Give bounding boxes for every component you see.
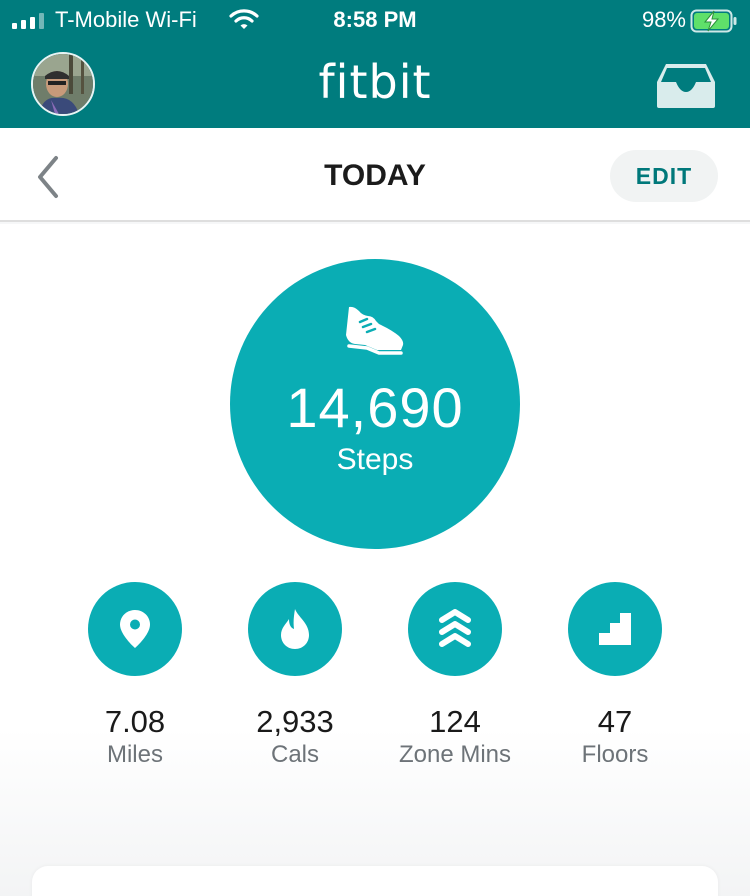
battery-percent: 98% — [641, 7, 686, 32]
avatar[interactable] — [31, 52, 95, 116]
stat-floors[interactable]: 47 Floors — [535, 582, 695, 769]
status-bar: T-Mobile Wi-Fi 8:58 PM 98% — [0, 0, 750, 42]
app-header: fitbit — [0, 42, 750, 128]
battery-charging-icon — [690, 9, 738, 38]
date-navigation: TODAY EDIT — [0, 128, 750, 222]
stat-calories[interactable]: 2,933 Cals — [215, 582, 375, 769]
steps-value: 14,690 — [286, 376, 464, 439]
location-pin-icon — [88, 582, 182, 676]
stat-miles[interactable]: 7.08 Miles — [55, 582, 215, 769]
edit-button[interactable]: EDIT — [610, 150, 718, 202]
back-chevron-icon[interactable] — [32, 152, 66, 202]
stat-label: Miles — [106, 741, 163, 768]
today-dashboard: 14,690 Steps 7.08 Miles 2,933 Cals 124 Z… — [0, 224, 750, 896]
status-time: 8:58 PM — [333, 7, 417, 32]
stat-value: 47 — [597, 704, 633, 739]
stat-zone-minutes[interactable]: 124 Zone Mins — [375, 582, 535, 769]
stat-value: 2,933 — [256, 704, 334, 739]
dashboard-card[interactable] — [32, 866, 718, 896]
chevrons-up-icon — [408, 582, 502, 676]
flame-icon — [248, 582, 342, 676]
steps-label: Steps — [336, 443, 414, 476]
stat-label: Floors — [581, 741, 649, 768]
inbox-icon[interactable] — [656, 62, 716, 110]
stairs-icon — [568, 582, 662, 676]
stat-value: 124 — [429, 704, 481, 739]
app-brand: fitbit — [318, 55, 432, 109]
shoe-icon — [343, 304, 405, 361]
steps-tile[interactable]: 14,690 Steps — [230, 259, 520, 549]
stat-label: Cals — [270, 741, 319, 768]
stat-value: 7.08 — [104, 704, 166, 739]
stat-label: Zone Mins — [398, 741, 512, 768]
